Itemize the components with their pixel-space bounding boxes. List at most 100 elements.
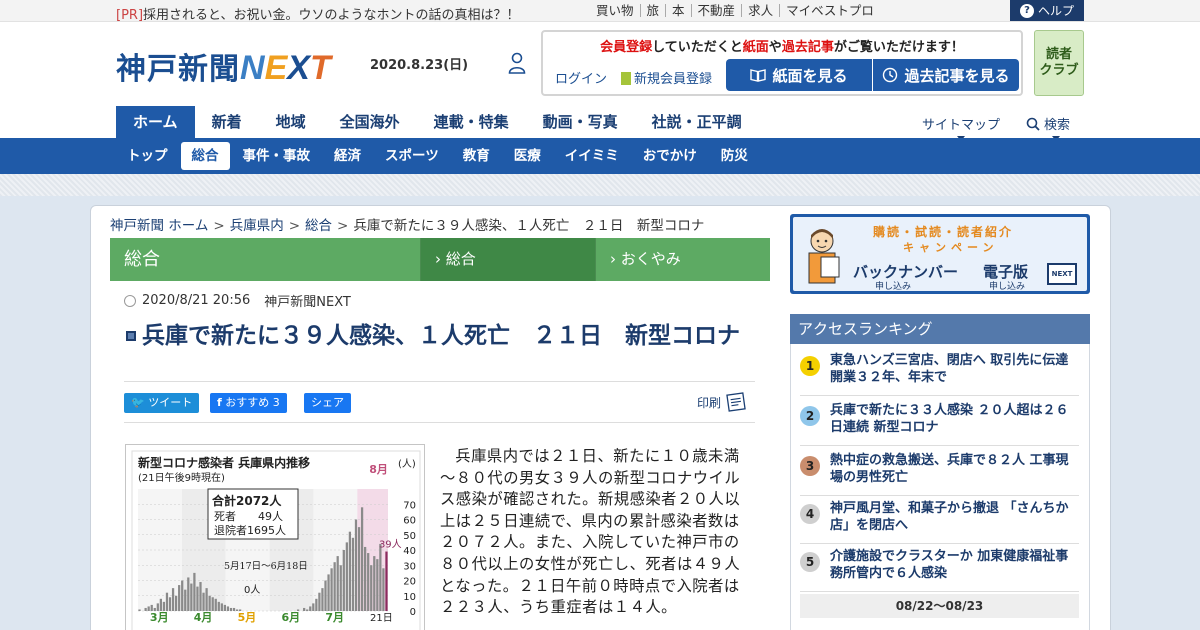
subnav-economy[interactable]: 経済 [323,142,372,170]
nav-home[interactable]: ホーム [116,106,195,138]
view-paper-button[interactable]: 紙面を見る [726,59,872,91]
newspaper-icon: NEXT [1047,263,1077,285]
subnav-top[interactable]: トップ [116,142,179,170]
sitemap-link[interactable]: サイトマップ [922,114,1000,141]
rank-number: 2 [800,406,820,426]
past-articles-label: 過去記事を見る [904,66,1010,85]
chart-bar [373,556,376,611]
chart-annotation-value: 0人 [244,584,260,596]
pr-link[interactable]: [PR]採用されると、お祝い金。ウソのようなホントの話の真相は？！ [116,4,520,23]
subnav-outing[interactable]: おでかけ [632,142,708,170]
breadcrumb: 神戸新聞 ホーム > 兵庫県内 > 総合 > 兵庫で新たに３９人感染、１人死亡 ２１日 新型… [110,218,705,234]
search-icon [1026,117,1040,131]
category-bar: 総合 › 総合 › おくやみ [110,238,770,281]
user-icon[interactable] [508,52,526,74]
recommend-label: おすすめ 3 [225,396,280,409]
login-link[interactable]: ログイン [555,68,607,87]
ranking-item[interactable]: 4 神戸風月堂、和菓子から撤退 「さんちか店」を閉店へ [800,494,1079,544]
chart-bar [354,519,358,611]
chart-bar [217,601,220,611]
ranking-item[interactable]: 3 熱中症の救急搬送、兵庫で８２人 工事現場の男性死亡 [800,446,1079,496]
nav-editorial[interactable]: 社説・正平調 [635,106,759,138]
nav-video[interactable]: 動画・写真 [526,106,635,138]
chart-bar [229,607,233,611]
chart-bar [324,580,327,611]
reader-illustration-icon [808,229,840,284]
register-link[interactable]: 新規会員登録 [621,68,712,87]
chart-bar [184,589,187,611]
subscription-banner[interactable]: 購読・試読・読者紹介 キャンペーン バックナンバー 申し込み 電子版 申し込み … [790,214,1090,294]
chart-bar [156,603,159,611]
chart-subtitle: (21日午後9時現在) [138,471,225,484]
category-tab-obituary[interactable]: › おくやみ [596,238,770,281]
chart-bar [360,507,364,611]
top-link-jobs[interactable]: 求人 [741,4,779,17]
chart-y-tick-label: 20 [403,577,416,588]
chart-y-tick-label: 60 [403,516,416,527]
chart-bar [144,607,147,611]
member-message: 会員登録していただくと紙面や過去記事がご覧いただけます！ [600,40,964,55]
nav-series[interactable]: 連載・特集 [417,106,526,138]
subnav-disaster[interactable]: 防災 [710,142,759,170]
subnav-iimimi[interactable]: イイミミ [554,142,630,170]
member-box: 会員登録していただくと紙面や過去記事がご覧いただけます！ ログイン 新規会員登録… [541,30,1023,96]
breadcrumb-home[interactable]: 神戸新聞 ホーム [110,218,208,234]
question-icon: ? [1019,3,1034,18]
article-title: 兵庫で新たに３９人感染、１人死亡 ２１日 新型コロナ [126,323,756,349]
chart-bar [351,537,355,611]
past-articles-button[interactable]: 過去記事を見る [873,59,1019,91]
current-date: 2020.8.23(日) [370,58,469,73]
tweet-button[interactable]: 🐦 ツイート [124,393,200,413]
nav-national[interactable]: 全国海外 [323,106,417,138]
subnav-education[interactable]: 教育 [452,142,501,170]
chart-bar [315,598,318,611]
category-tab-general-label: 総合 [445,250,476,268]
subnav-sports[interactable]: スポーツ [374,142,450,170]
ranking-title: アクセスランキング [790,314,1090,344]
nav-latest[interactable]: 新着 [195,106,259,138]
ranking-item[interactable]: 5 介護施設でクラスターか 加東健康福祉事務所管内で６人感染 [800,542,1079,592]
search-link[interactable]: 検索 [1026,114,1070,141]
chart-bar [199,582,202,611]
site-logo[interactable]: 神戸新聞NEXT [116,44,331,88]
chart-bar [303,607,306,611]
subnav-medical[interactable]: 医療 [503,142,552,170]
chart-bar [330,568,333,611]
category-tab-general[interactable]: › 総合 [421,238,596,281]
share-label: シェア [311,396,344,409]
facebook-share-button[interactable]: シェア [304,393,351,413]
chart-summary-deaths: 死者 49人 [214,510,283,523]
chart-bar [165,592,169,611]
top-bar: [PR]採用されると、お祝い金。ウソのようなホントの話の真相は？！ 買い物 旅 … [0,0,1200,23]
open-book-icon [750,69,767,82]
readers-club-button[interactable]: 読者 クラブ [1034,30,1084,96]
breadcrumb-hyogo[interactable]: 兵庫県内 [230,218,284,234]
nav-region[interactable]: 地域 [259,106,323,138]
chart-bar [376,559,379,611]
chart-bar [168,597,172,611]
article-datetime: 2020/8/21 20:56 [142,293,251,308]
help-button[interactable]: ? ヘルプ [1010,0,1084,21]
top-link-shopping[interactable]: 買い物 [590,4,640,17]
chart-bar [345,542,348,611]
subnav-general[interactable]: 総合 [180,142,230,170]
top-link-mybestpro[interactable]: マイベストプロ [779,4,880,17]
ranking-item[interactable]: 1 東急ハンズ三宮店、閉店へ 取引先に伝達 開業３２年、年末で [800,346,1079,396]
chart-ylabel: (人) [398,458,416,470]
clock-icon [883,67,898,83]
subnav-incidents[interactable]: 事件・事故 [232,142,322,170]
chart-bar [318,592,321,611]
top-link-realestate[interactable]: 不動産 [690,4,742,17]
top-link-travel[interactable]: 旅 [639,4,666,17]
ranking-item[interactable]: 2 兵庫で新たに３３人感染 ２０人超は２６日連続 新型コロナ [800,396,1079,446]
chart-bar [181,580,184,611]
print-label: 印刷 [697,395,722,410]
facebook-recommend-button[interactable]: f おすすめ 3 [210,393,287,413]
subscription-banner-inner: 購読・試読・読者紹介 キャンペーン バックナンバー 申し込み 電子版 申し込み … [793,217,1087,292]
print-button[interactable]: 印刷 [697,392,747,412]
chart-y-tick-label: 0 [410,607,416,618]
chart-y-tick-label: 50 [403,531,416,542]
pr-text: 採用されると、お祝い金。ウソのようなホントの話の真相は？！ [143,8,520,23]
top-link-books[interactable]: 本 [665,4,691,17]
breadcrumb-general[interactable]: 総合 [305,218,332,234]
